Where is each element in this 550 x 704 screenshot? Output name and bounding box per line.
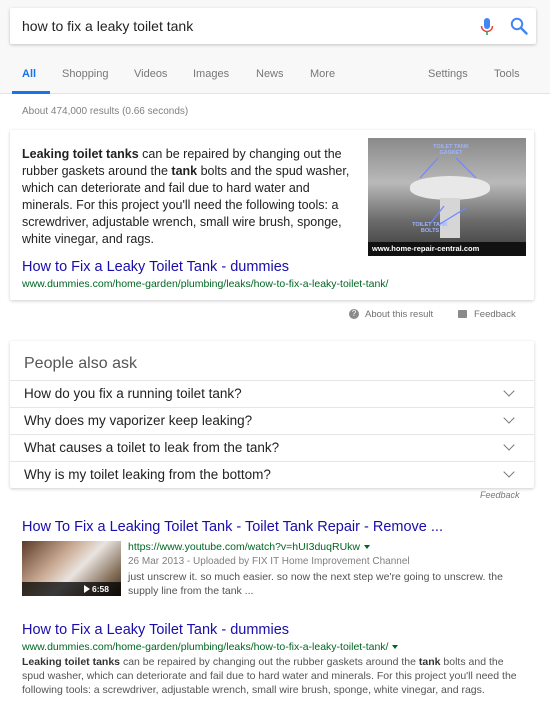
result-title[interactable]: How To Fix a Leaking Toilet Tank - Toile… <box>22 519 443 535</box>
chevron-down-icon <box>503 412 515 424</box>
paa-question[interactable]: Why does my vaporizer keep leaking? <box>10 407 534 434</box>
top-bar: All Shopping Videos Images News More Set… <box>0 0 550 94</box>
help-icon: ? <box>349 309 359 320</box>
microphone-icon[interactable] <box>480 18 494 36</box>
result-meta: 26 Mar 2013 - Uploaded by FIX IT Home Im… <box>128 556 410 567</box>
paa-question-text: Why is my toilet leaking from the bottom… <box>24 467 271 482</box>
result-url-text: www.dummies.com/home-garden/plumbing/lea… <box>22 641 389 653</box>
paa-question-text: Why does my vaporizer keep leaking? <box>24 413 253 428</box>
search-input[interactable] <box>22 8 442 44</box>
tab-tools[interactable]: Tools <box>494 68 520 80</box>
tab-videos[interactable]: Videos <box>134 68 167 80</box>
about-this-result[interactable]: ? About this result <box>349 309 433 320</box>
tab-all[interactable]: All <box>22 68 36 80</box>
feedback-label: Feedback <box>474 309 516 320</box>
paa-question[interactable]: What causes a toilet to leak from the ta… <box>10 434 534 461</box>
search-tabs: All Shopping Videos Images News More Set… <box>0 58 550 94</box>
chevron-down-icon <box>503 466 515 478</box>
play-icon <box>84 585 90 593</box>
result-url: https://www.youtube.com/watch?v=hUI3duqR… <box>128 541 370 553</box>
chevron-down-icon <box>503 439 515 451</box>
paa-question[interactable]: Why is my toilet leaking from the bottom… <box>10 461 534 488</box>
snippet-text-2: can be repaired by changing out the rubb… <box>120 656 419 668</box>
snippet-bold-2: tank <box>171 164 198 178</box>
feedback-link[interactable]: Feedback <box>458 309 516 320</box>
result-snippet: Leaking toilet tanks can be repaired by … <box>22 655 526 697</box>
snippet-bold-1: Leaking toilet tanks <box>22 656 121 668</box>
annotation-arrows <box>419 157 477 225</box>
result-url: www.dummies.com/home-garden/plumbing/lea… <box>22 641 399 653</box>
result-stats: About 474,000 results (0.66 seconds) <box>22 106 189 117</box>
paa-feedback-link[interactable]: Feedback <box>480 490 520 500</box>
video-thumbnail[interactable]: 6:58 <box>22 541 121 596</box>
people-also-ask: People also ask How do you fix a running… <box>10 341 534 488</box>
url-dropdown-icon[interactable] <box>392 645 399 650</box>
tab-news[interactable]: News <box>256 68 284 80</box>
featured-snippet-text: Leaking toilet tanks can be repaired by … <box>22 146 362 248</box>
chevron-down-icon <box>503 385 515 397</box>
search-icon[interactable] <box>510 17 528 35</box>
tab-settings[interactable]: Settings <box>428 68 468 80</box>
image-caption: www.home-repair-central.com <box>368 242 526 256</box>
featured-result-url: www.dummies.com/home-garden/plumbing/lea… <box>22 278 389 290</box>
search-box[interactable] <box>10 8 536 44</box>
url-dropdown-icon[interactable] <box>363 545 370 550</box>
featured-snippet: Leaking toilet tanks can be repaired by … <box>10 130 534 300</box>
tab-shopping[interactable]: Shopping <box>62 68 109 80</box>
snippet-bold-2: tank <box>418 656 441 668</box>
result-url-text: https://www.youtube.com/watch?v=hUI3duqR… <box>128 541 360 553</box>
about-label: About this result <box>365 309 434 320</box>
snippet-bold-1: Leaking toilet tanks <box>22 147 139 161</box>
result-title[interactable]: How to Fix a Leaky Toilet Tank - dummies <box>22 622 289 638</box>
featured-result-title[interactable]: How to Fix a Leaky Toilet Tank - dummies <box>22 259 289 275</box>
paa-question[interactable]: How do you fix a running toilet tank? <box>10 380 534 407</box>
video-duration: 6:58 <box>92 584 110 594</box>
tab-images[interactable]: Images <box>193 68 229 80</box>
feedback-icon <box>458 310 467 319</box>
active-tab-indicator <box>12 91 50 94</box>
paa-question-text: How do you fix a running toilet tank? <box>24 386 242 401</box>
tab-more[interactable]: More <box>310 68 335 80</box>
result-snippet: just unscrew it. so much easier. so now … <box>128 571 503 597</box>
paa-question-text: What causes a toilet to leak from the ta… <box>24 440 280 455</box>
paa-title: People also ask <box>24 355 137 372</box>
featured-image[interactable]: TOILET TANK GASKET TOILET TANK BOLTS www… <box>368 138 526 256</box>
